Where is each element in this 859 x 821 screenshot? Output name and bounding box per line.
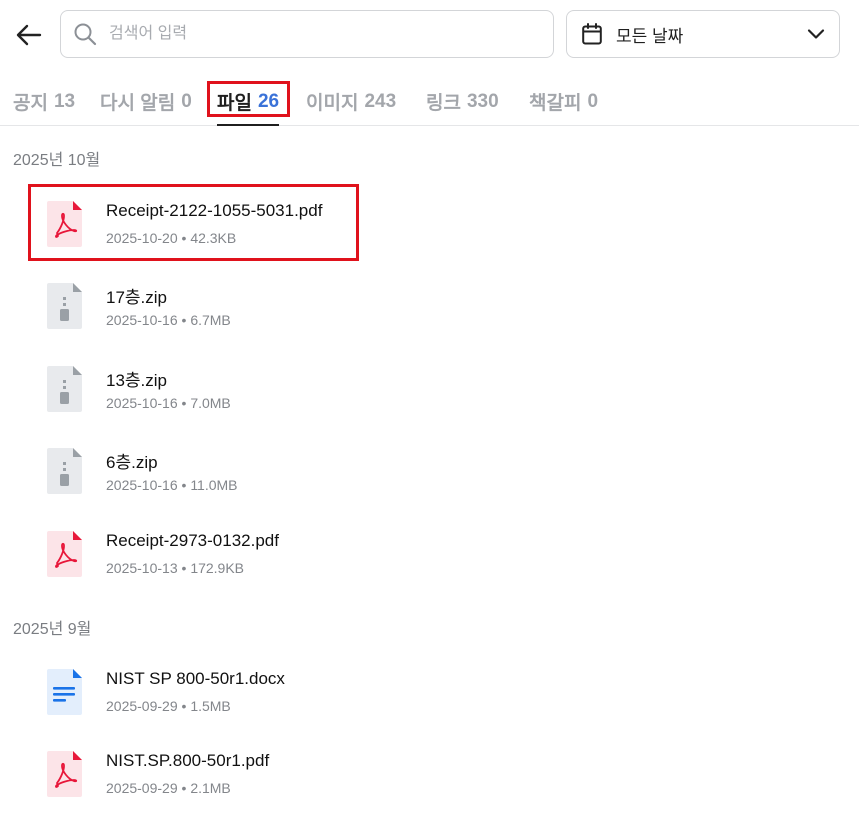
file-size: 11.0MB xyxy=(190,477,238,493)
file-name: 17층.zip xyxy=(106,288,168,307)
meta-separator: • xyxy=(177,477,191,493)
tab-count: 330 xyxy=(466,90,499,112)
file-meta: 2025-10-16 • 6.7MB xyxy=(106,312,231,328)
file-date: 2025-10-16 xyxy=(106,395,178,411)
meta-separator: • xyxy=(177,395,191,411)
file-name: 13층.zip xyxy=(106,371,168,390)
docx-icon xyxy=(47,669,82,715)
tab-label: 공지 xyxy=(13,93,48,114)
file-name: Receipt-2122-1055-5031.pdf xyxy=(106,201,323,220)
file-meta: 2025-10-16 • 7.0MB xyxy=(106,395,231,411)
file-meta: 2025-10-13 • 172.9KB xyxy=(106,560,244,576)
meta-separator: • xyxy=(177,698,191,714)
meta-separator: • xyxy=(177,780,191,796)
section-title-oct: 2025년 10월 xyxy=(13,152,101,169)
tab-label: 다시 알림 xyxy=(100,93,176,114)
file-meta: 2025-10-16 • 11.0MB xyxy=(106,477,238,493)
tab-images[interactable]: 이미지 243 xyxy=(306,78,396,125)
tab-count: 26 xyxy=(257,90,280,112)
file-item[interactable]: Receipt-2973-0132.pdf 2025-10-13 • 172.9… xyxy=(40,531,820,601)
search-input[interactable] xyxy=(107,24,531,44)
zip-icon xyxy=(47,366,82,412)
tab-notices[interactable]: 공지 13 xyxy=(13,78,75,125)
meta-separator: • xyxy=(177,312,191,328)
tab-label: 이미지 xyxy=(306,93,359,114)
chevron-down-icon xyxy=(807,29,825,39)
tab-count: 243 xyxy=(364,90,397,112)
file-item[interactable]: NIST.SP.800-50r1.pdf 2025-09-29 • 2.1MB xyxy=(40,751,820,821)
file-date: 2025-09-29 xyxy=(106,698,178,714)
zip-icon xyxy=(47,448,82,494)
tab-count: 0 xyxy=(181,90,192,112)
date-filter-dropdown[interactable]: 모든 날짜 xyxy=(566,10,840,58)
file-date: 2025-09-29 xyxy=(106,780,178,796)
file-date: 2025-10-20 xyxy=(106,230,178,246)
tab-links[interactable]: 링크 330 xyxy=(426,78,499,125)
search-box[interactable] xyxy=(60,10,554,58)
file-size: 6.7MB xyxy=(190,312,231,328)
tab-count: 13 xyxy=(53,90,76,112)
tab-label: 링크 xyxy=(426,93,461,114)
file-name: Receipt-2973-0132.pdf xyxy=(106,531,279,550)
file-size: 42.3KB xyxy=(190,230,237,246)
file-name: 6층.zip xyxy=(106,453,158,472)
file-item[interactable]: 6층.zip 2025-10-16 • 11.0MB xyxy=(40,448,820,518)
meta-separator: • xyxy=(177,230,191,246)
file-meta: 2025-09-29 • 2.1MB xyxy=(106,780,231,796)
arrow-left-icon xyxy=(16,24,42,46)
tab-reminders[interactable]: 다시 알림 0 xyxy=(100,78,192,125)
pdf-icon xyxy=(47,531,82,577)
file-size: 7.0MB xyxy=(190,395,231,411)
tab-label: 파일 xyxy=(217,93,252,114)
category-tabs: 공지 13 다시 알림 0 파일 26 이미지 243 링크 330 책갈피 0 xyxy=(0,78,859,126)
file-name: NIST.SP.800-50r1.pdf xyxy=(106,751,270,770)
file-size: 172.9KB xyxy=(190,560,245,576)
file-meta: 2025-09-29 • 1.5MB xyxy=(106,698,231,714)
tab-files[interactable]: 파일 26 xyxy=(217,78,280,126)
tab-label: 책갈피 xyxy=(529,93,582,114)
file-date: 2025-10-16 xyxy=(106,477,178,493)
section-title-sep: 2025년 9월 xyxy=(13,621,92,638)
file-item[interactable]: 17층.zip 2025-10-16 • 6.7MB xyxy=(40,283,820,353)
file-date: 2025-10-16 xyxy=(106,312,178,328)
tab-count: 0 xyxy=(587,90,599,112)
top-bar: 모든 날짜 xyxy=(0,0,859,72)
pdf-icon xyxy=(47,201,82,247)
file-item[interactable]: NIST SP 800-50r1.docx 2025-09-29 • 1.5MB xyxy=(40,669,820,739)
pdf-icon xyxy=(47,751,82,797)
date-filter-label: 모든 날짜 xyxy=(616,26,684,46)
file-meta: 2025-10-20 • 42.3KB xyxy=(106,230,236,246)
calendar-icon xyxy=(582,23,602,45)
file-name: NIST SP 800-50r1.docx xyxy=(106,669,285,688)
file-item[interactable]: Receipt-2122-1055-5031.pdf 2025-10-20 • … xyxy=(40,201,820,271)
zip-icon xyxy=(47,283,82,329)
search-icon xyxy=(74,23,97,46)
file-date: 2025-10-13 xyxy=(106,560,178,576)
file-size: 2.1MB xyxy=(190,780,231,796)
file-item[interactable]: 13층.zip 2025-10-16 • 7.0MB xyxy=(40,366,820,436)
file-size: 1.5MB xyxy=(190,698,231,714)
tab-bookmarks[interactable]: 책갈피 0 xyxy=(529,78,598,125)
back-button[interactable] xyxy=(12,18,46,52)
meta-separator: • xyxy=(177,560,191,576)
